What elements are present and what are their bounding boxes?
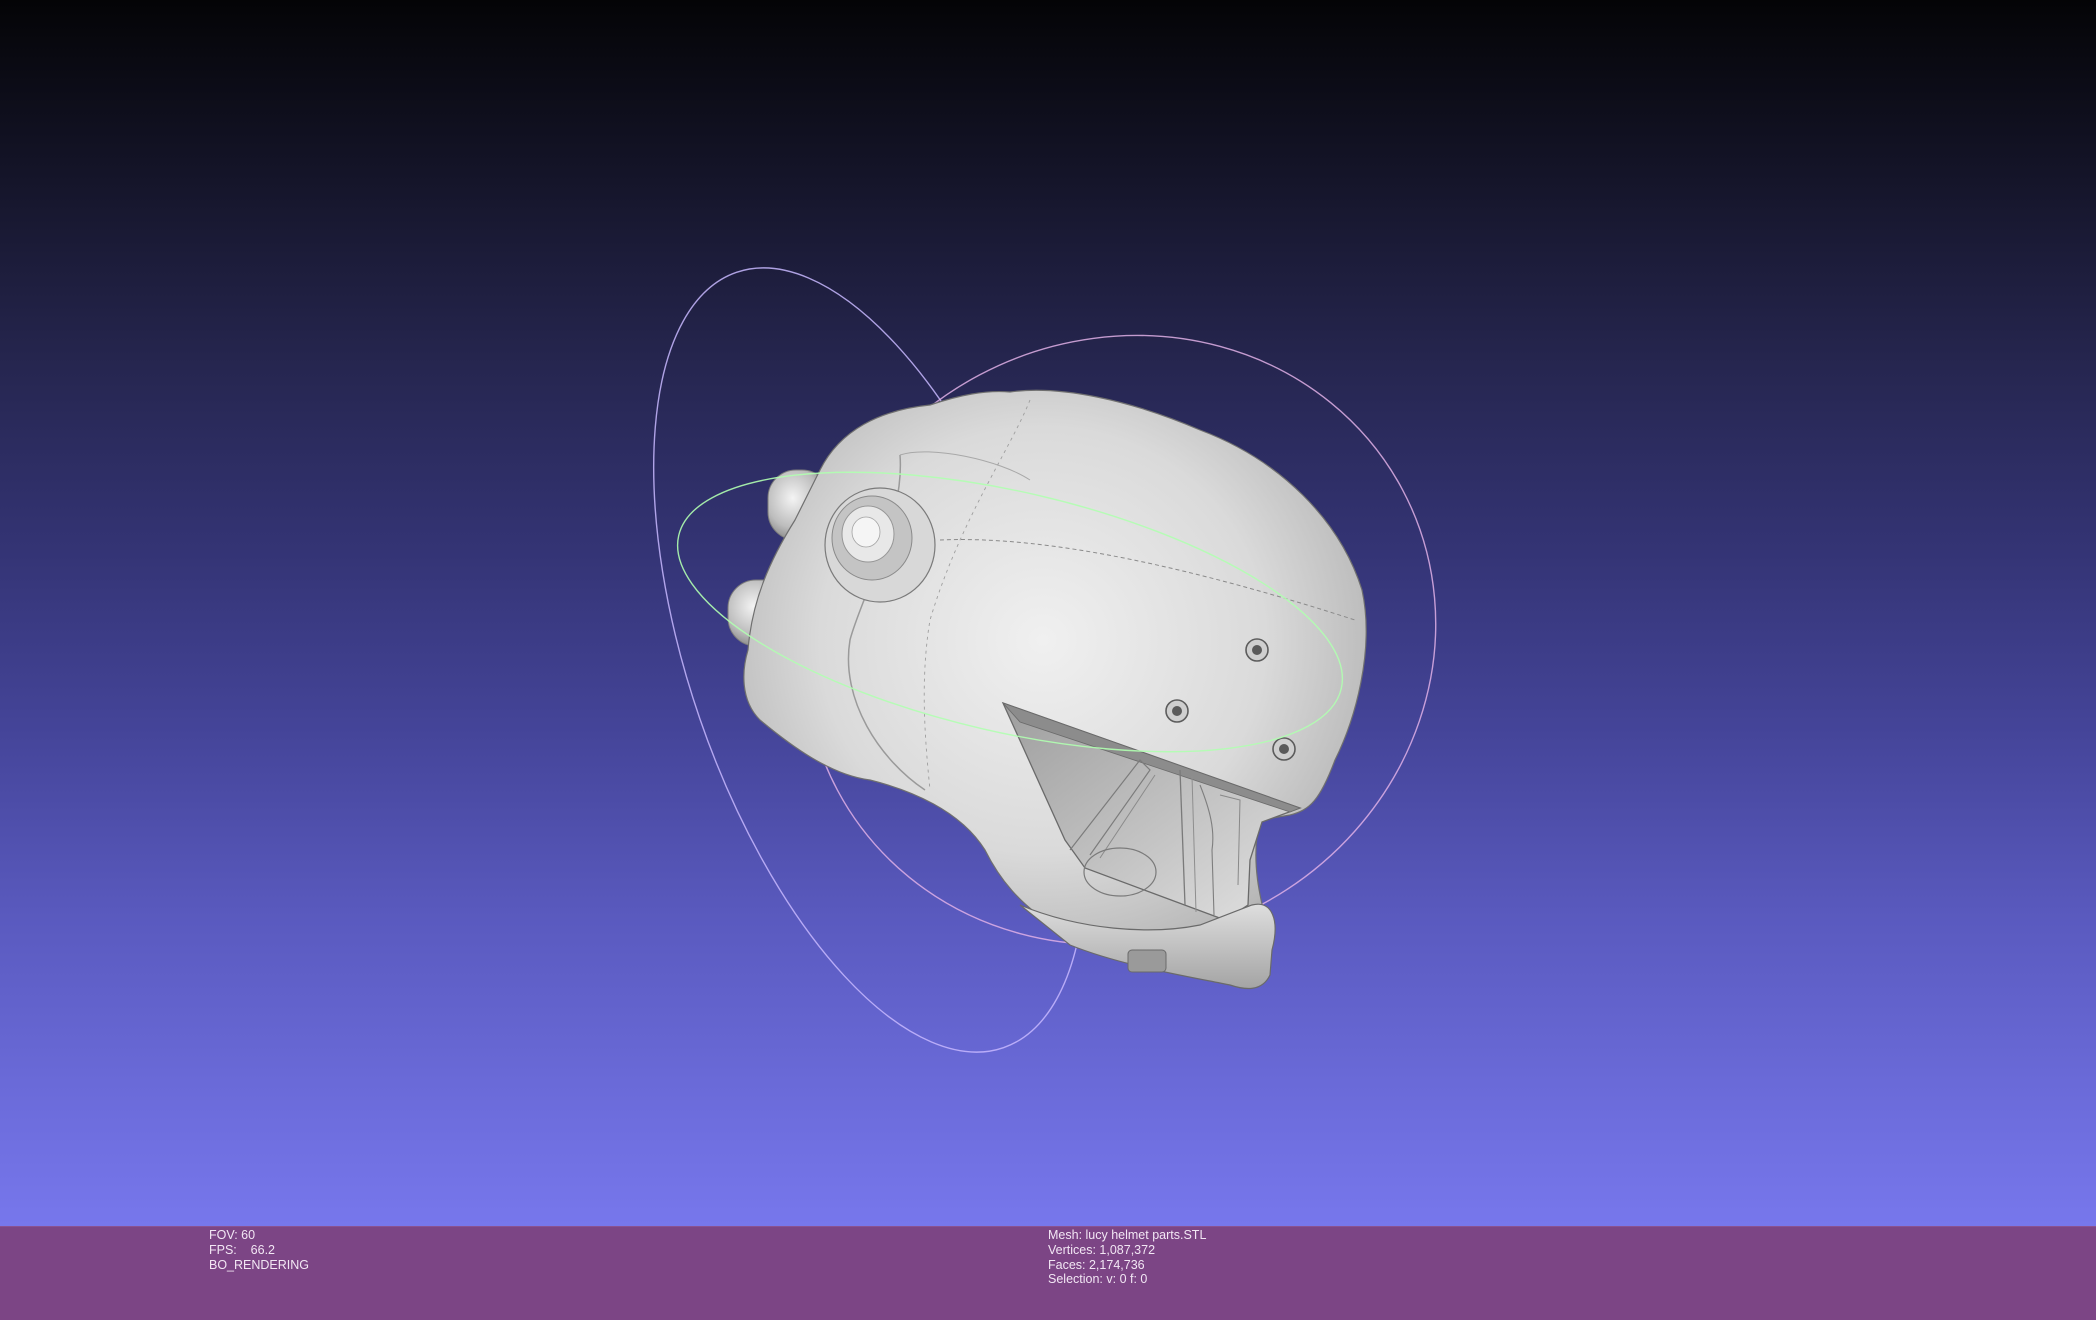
mesh-info-panel: Mesh: lucy helmet parts.STL Vertices: 1,… <box>1048 1228 1206 1287</box>
selection-readout: Selection: v: 0 f: 0 <box>1048 1272 1148 1287</box>
render-info-panel: FOV: 60 FPS: 66.2 BO_RENDERING <box>209 1228 309 1272</box>
helmet-shell <box>743 389 1367 987</box>
scene-canvas[interactable] <box>0 0 2096 1226</box>
mesh-name-readout: Mesh: lucy helmet parts.STL <box>1048 1228 1207 1242</box>
fps-readout: FPS: 66.2 <box>209 1242 276 1257</box>
render-mode-readout: BO_RENDERING <box>209 1257 310 1272</box>
vertices-readout: Vertices: 1,087,372 <box>1048 1242 1156 1257</box>
fov-readout: FOV: 60 <box>209 1228 256 1242</box>
3d-viewport[interactable] <box>0 0 2096 1226</box>
faces-readout: Faces: 2,174,736 <box>1048 1257 1145 1272</box>
